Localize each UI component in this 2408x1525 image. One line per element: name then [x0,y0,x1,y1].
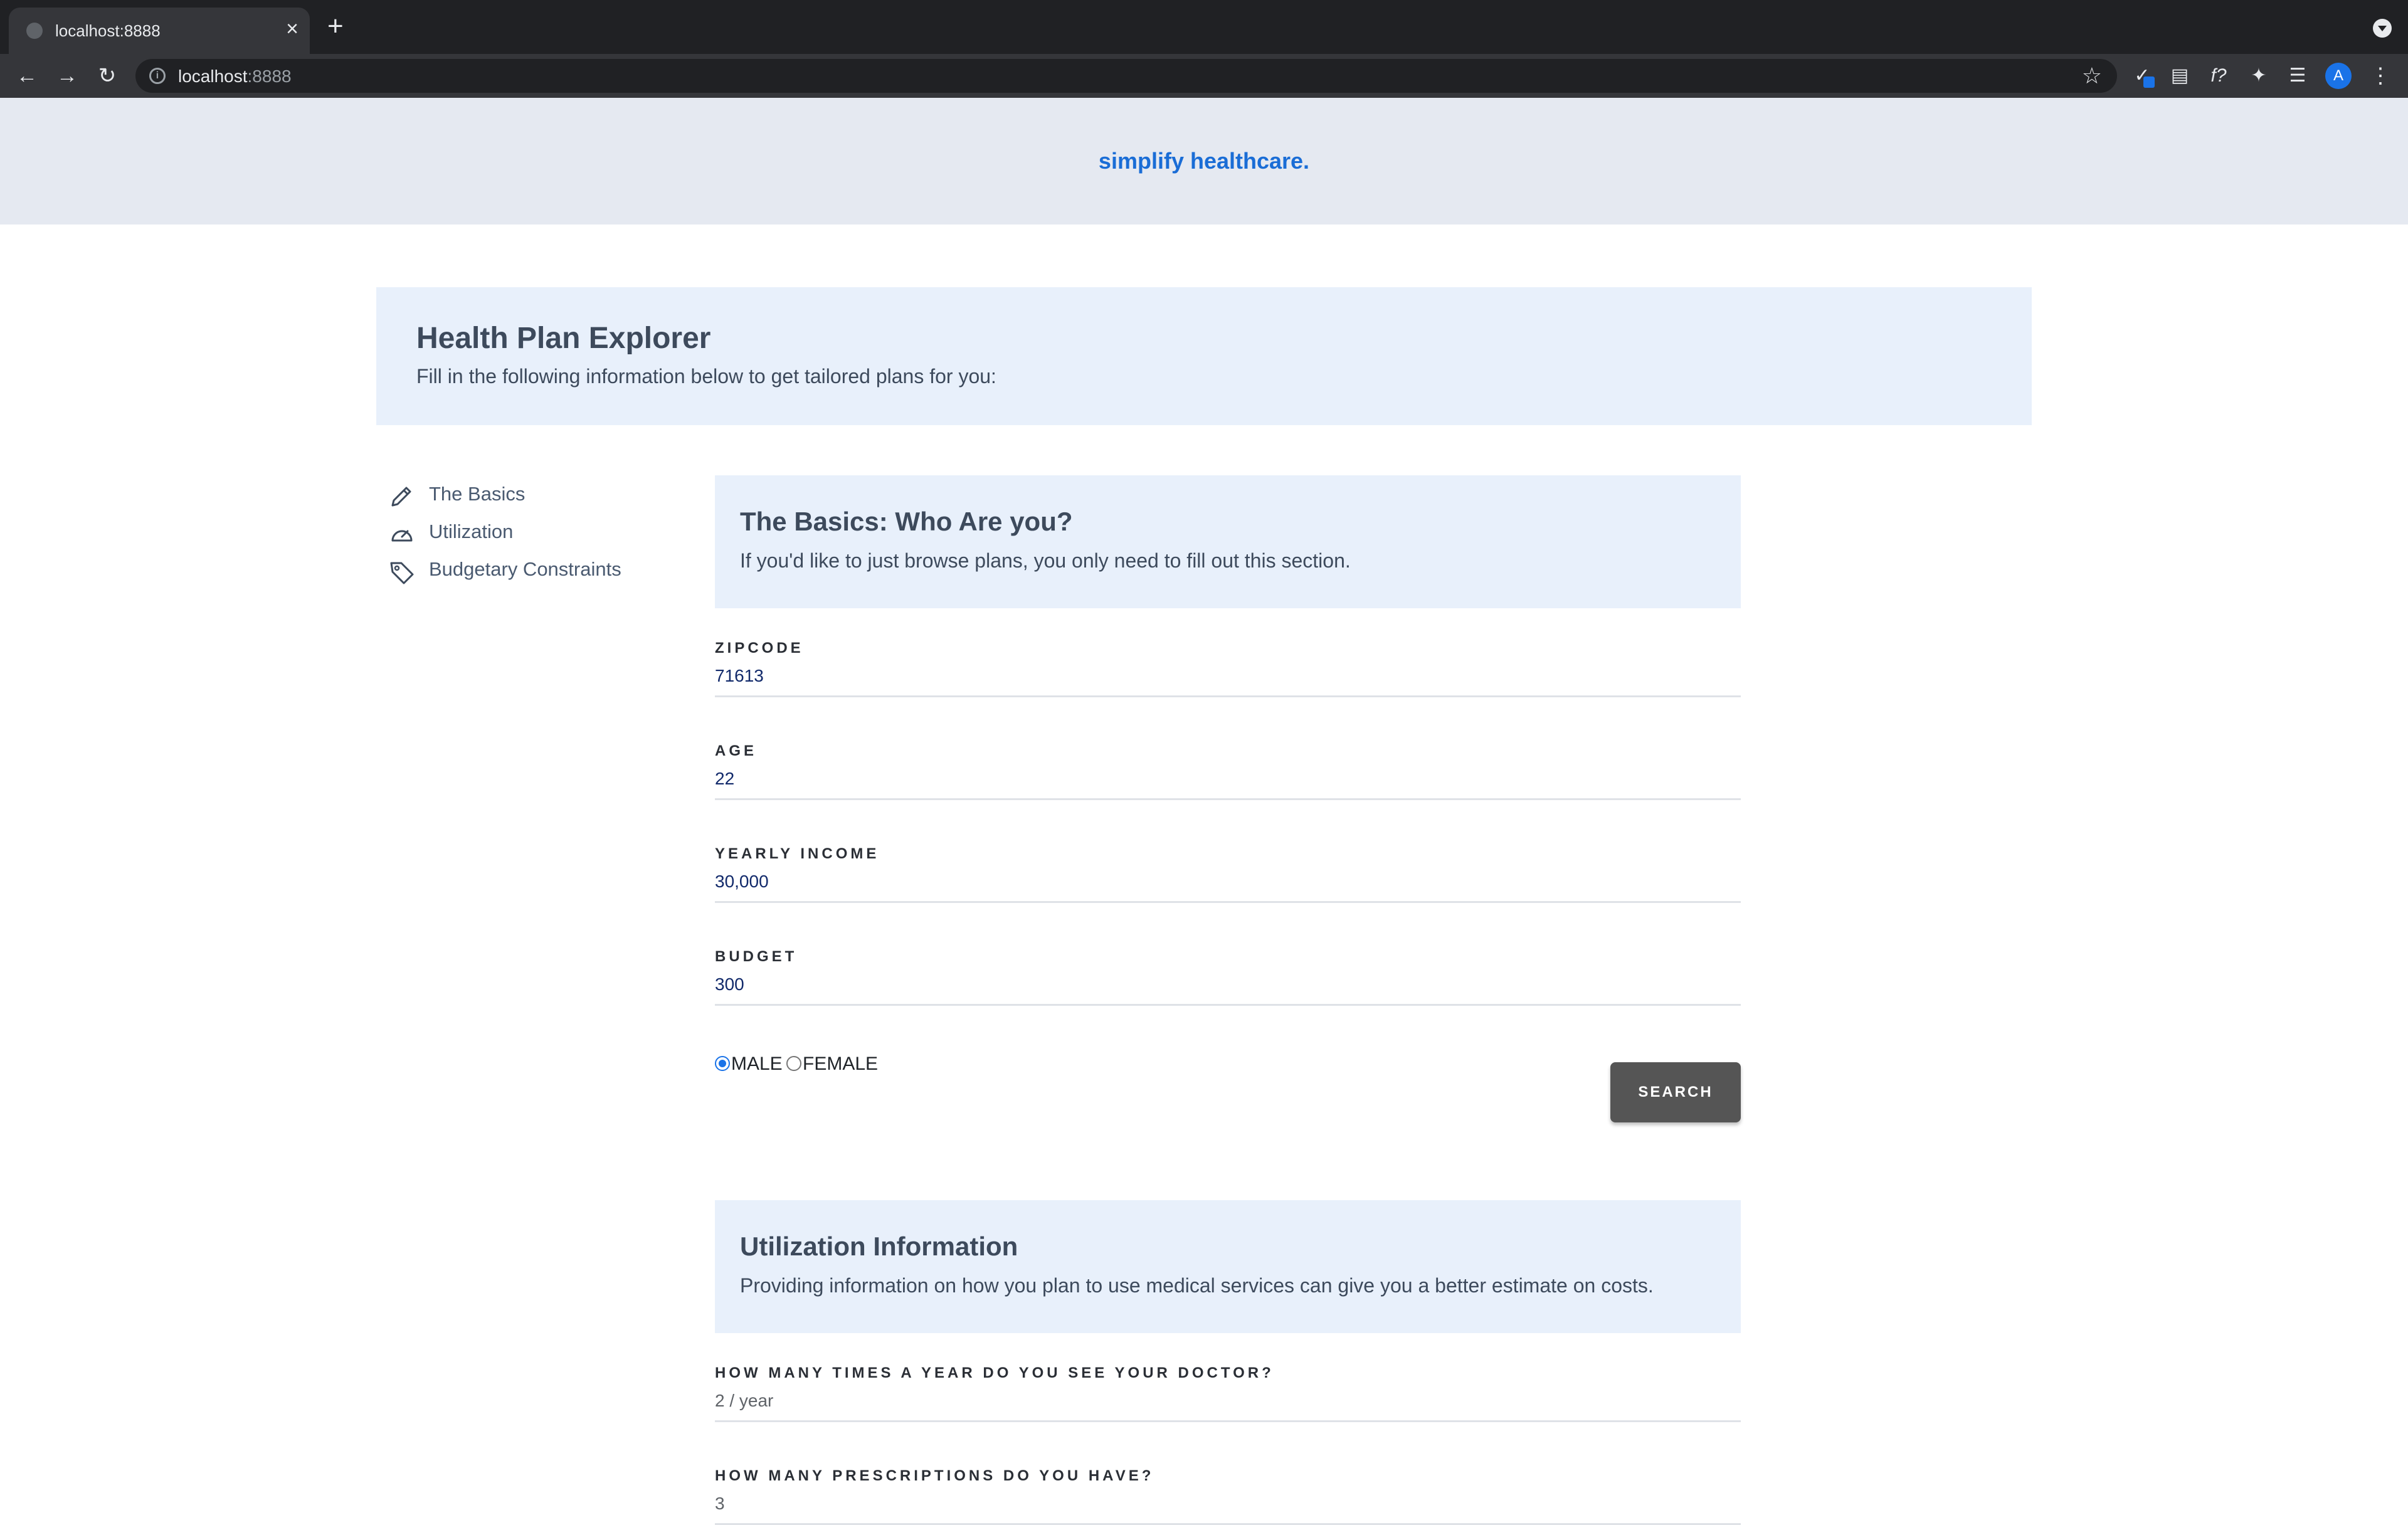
site-header: simplify healthcare. [0,98,2408,224]
browser-toolbar: ← → ↻ i localhost:8888 ☆ ✓ ▤ f? ✦ ☰ A ⋮ [0,54,2408,98]
browser-tab[interactable]: localhost:8888 × [9,8,310,54]
sidenav-item-utilization[interactable]: Utilization [389,517,677,548]
hero-banner: Health Plan Explorer Fill in the followi… [376,287,2032,425]
page-title: Health Plan Explorer [416,322,711,355]
sidenav-item-basics[interactable]: The Basics [389,479,677,510]
zipcode-label: ZIPCODE [715,640,804,657]
media-queue-icon[interactable]: ☰ [2285,63,2310,89]
tab-title: localhost:8888 [55,21,161,40]
reload-icon[interactable]: ↻ [93,61,122,90]
budget-input[interactable] [715,974,1718,995]
doctor-visits-field: HOW MANY TIMES A YEAR DO YOU SEE YOUR DO… [715,1364,1741,1422]
basics-subtitle: If you'd like to just browse plans, you … [740,549,1351,572]
bookmark-star-icon[interactable]: ☆ [2082,63,2102,89]
income-field: YEARLY INCOME [715,845,1741,903]
basics-title: The Basics: Who Are you? [740,507,1073,536]
age-field: AGE [715,742,1741,800]
info-icon[interactable]: i [149,68,166,84]
pencil-icon [391,487,411,507]
gauge-icon [391,530,413,542]
utilization-title: Utilization Information [740,1232,1018,1261]
zipcode-field: ZIPCODE [715,640,1741,697]
female-radio-label[interactable]: FEMALE [803,1053,878,1075]
extension-document-icon[interactable]: ▤ [2167,63,2192,89]
url-text[interactable]: localhost:8888 [178,66,292,87]
browser-tab-strip: localhost:8888 × + [0,0,2408,54]
prescriptions-label: HOW MANY PRESCRIPTIONS DO YOU HAVE? [715,1467,1154,1484]
page-subtitle: Fill in the following information below … [416,365,996,388]
male-radio-label[interactable]: MALE [731,1053,783,1075]
male-radio[interactable] [715,1056,730,1071]
budget-label: BUDGET [715,948,798,965]
address-bar[interactable]: i localhost:8888 ☆ [135,59,2117,93]
new-tab-icon[interactable]: + [327,13,344,40]
prescriptions-field: HOW MANY PRESCRIPTIONS DO YOU HAVE? [715,1467,1741,1525]
budget-field: BUDGET [715,948,1741,1006]
income-label: YEARLY INCOME [715,845,880,862]
age-input[interactable] [715,769,1718,789]
tag-icon [390,562,414,584]
extensions-puzzle-icon[interactable]: ✦ [2246,63,2271,89]
female-radio[interactable] [786,1056,801,1071]
sidenav-label: Utilization [429,520,514,542]
utilization-section-header: Utilization Information Providing inform… [715,1200,1741,1333]
tab-search-icon[interactable] [2373,19,2392,38]
doctor-visits-label: HOW MANY TIMES A YEAR DO YOU SEE YOUR DO… [715,1364,1274,1381]
profile-avatar[interactable]: A [2325,63,2352,89]
extension-function-icon[interactable]: f? [2206,63,2231,89]
brand-logo[interactable]: simplify healthcare. [0,148,2408,174]
sidenav-label: Budgetary Constraints [429,558,621,580]
globe-icon [26,23,43,39]
search-button[interactable]: SEARCH [1610,1062,1741,1122]
sidenav-item-budgetary[interactable]: Budgetary Constraints [389,554,677,586]
doctor-visits-input[interactable] [715,1391,1718,1411]
income-input[interactable] [715,872,1718,892]
extension-badge [2143,77,2155,88]
zipcode-input[interactable] [715,666,1718,686]
sidenav-label: The Basics [429,483,525,505]
close-tab-icon[interactable]: × [286,16,298,41]
age-label: AGE [715,742,758,759]
utilization-subtitle: Providing information on how you plan to… [740,1274,1654,1297]
basics-section-header: The Basics: Who Are you? If you'd like t… [715,475,1741,608]
back-icon[interactable]: ← [13,61,41,90]
browser-menu-icon[interactable]: ⋮ [2368,63,2393,89]
forward-icon[interactable]: → [53,61,82,90]
prescriptions-input[interactable] [715,1494,1718,1514]
